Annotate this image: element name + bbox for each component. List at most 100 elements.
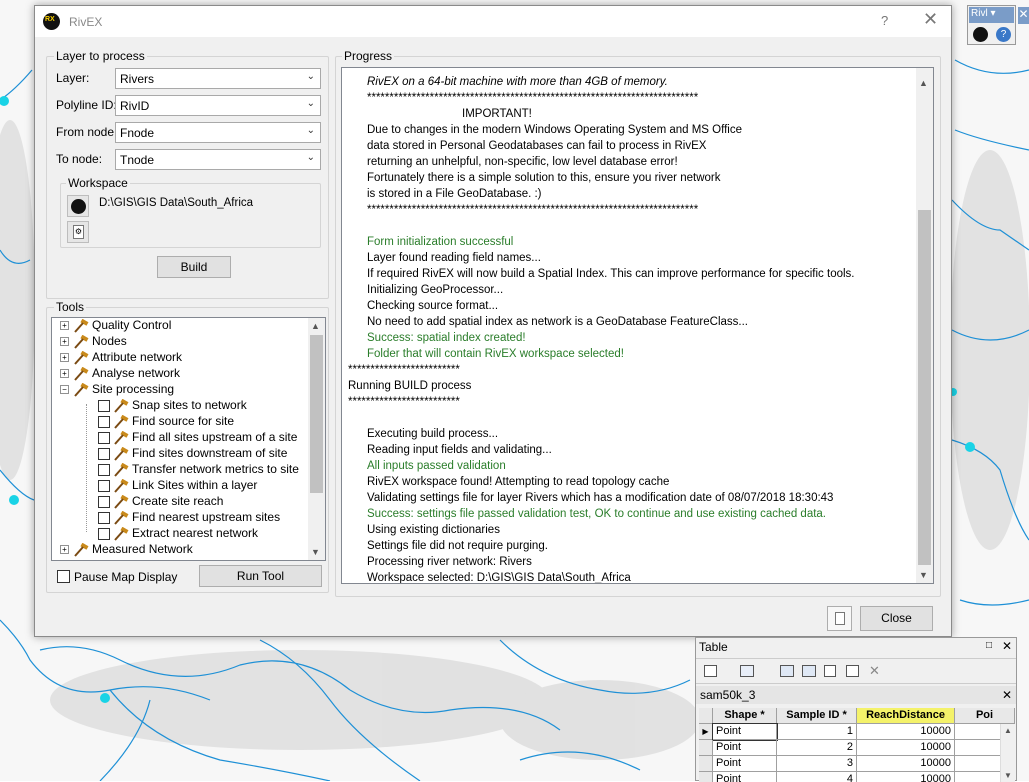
column-header[interactable]: ReachDistance	[857, 708, 955, 724]
table-cell[interactable]: 1	[777, 724, 857, 740]
workspace-folder-button[interactable]	[67, 195, 89, 217]
toolbar-title[interactable]: Rivl ▾	[969, 7, 1014, 23]
hammer-icon	[74, 334, 89, 349]
tool-checkbox[interactable]	[98, 431, 110, 444]
table-cell[interactable]: Point	[713, 740, 777, 756]
tree-item[interactable]: Link Sites within a layer	[98, 478, 257, 494]
collapse-icon[interactable]: −	[60, 385, 69, 395]
help-icon[interactable]: ?	[996, 27, 1011, 42]
tree-item[interactable]: + Nodes	[60, 334, 127, 350]
tree-item-label: Find nearest upstream sites	[132, 510, 281, 524]
tree-item[interactable]: + Measured Network	[60, 542, 193, 558]
expand-icon[interactable]: +	[60, 545, 69, 555]
tool-checkbox[interactable]	[98, 495, 110, 508]
to-node-select[interactable]: Tnode ⌄	[115, 149, 321, 170]
progress-scrollbar[interactable]: ▲ ▼	[916, 68, 933, 583]
tab-close-icon[interactable]: ✕	[1002, 688, 1012, 702]
polyline-id-select[interactable]: RivID ⌄	[115, 95, 321, 116]
tool-checkbox[interactable]	[98, 447, 110, 460]
tree-item[interactable]: Extract nearest network	[98, 526, 258, 542]
row-selector[interactable]	[699, 740, 713, 756]
scroll-thumb[interactable]	[310, 335, 323, 493]
scroll-down-icon[interactable]: ▼	[919, 570, 928, 580]
tree-item[interactable]: Create site reach	[98, 494, 223, 510]
copy-log-button[interactable]	[827, 606, 852, 631]
attribute-grid[interactable]: Shape * Sample ID * ReachDistance Poi ▶ Point…	[699, 708, 1015, 782]
table-cell[interactable]: Point	[713, 756, 777, 772]
log-line: All inputs passed validation	[367, 460, 506, 472]
scroll-up-icon[interactable]: ▲	[1004, 726, 1012, 735]
column-header[interactable]: Sample ID *	[777, 708, 857, 724]
run-tool-button[interactable]: Run Tool	[199, 565, 322, 587]
tool-checkbox[interactable]	[98, 399, 110, 412]
scroll-up-icon[interactable]: ▲	[919, 78, 928, 88]
grid-scrollbar[interactable]: ▲ ▼	[1000, 724, 1015, 782]
tool-checkbox[interactable]	[98, 415, 110, 428]
switch-selection-icon[interactable]	[802, 665, 816, 677]
expand-icon[interactable]: +	[60, 369, 69, 379]
table-cell[interactable]: 10000	[857, 740, 955, 756]
tree-item[interactable]: Find all sites upstream of a site	[98, 430, 297, 446]
tree-item[interactable]: + Attribute network	[60, 350, 182, 366]
column-header[interactable]: Poi	[955, 708, 1015, 724]
tool-checkbox[interactable]	[98, 511, 110, 524]
tool-checkbox[interactable]	[98, 527, 110, 540]
scroll-thumb[interactable]	[918, 210, 931, 565]
table-cell[interactable]: 2	[777, 740, 857, 756]
tree-item[interactable]: Find source for site	[98, 414, 234, 430]
workspace-group	[60, 183, 321, 248]
workspace-settings-button[interactable]: ⚙	[67, 221, 89, 243]
build-button[interactable]: Build	[157, 256, 231, 278]
table-window: Table □ ✕ ✕ sam50k_3 ✕ Shape * Sample ID …	[695, 637, 1017, 782]
scroll-down-icon[interactable]: ▼	[311, 547, 320, 557]
tree-item[interactable]: Find nearest upstream sites	[98, 510, 280, 526]
rivex-dialog: RX RivEX ? ✕ Layer to process Layer: Riv…	[34, 5, 952, 637]
tree-item[interactable]: Find sites downstream of site	[98, 446, 287, 462]
tree-item[interactable]: Snap sites to network	[98, 398, 247, 414]
layer-label: Layer:	[56, 71, 90, 85]
table-cell[interactable]: 10000	[857, 756, 955, 772]
from-node-select[interactable]: Fnode ⌄	[115, 122, 321, 143]
tool-checkbox[interactable]	[98, 479, 110, 492]
row-selector[interactable]	[699, 756, 713, 772]
column-header[interactable]: Shape *	[713, 708, 777, 724]
tree-item[interactable]: − Site processing	[60, 382, 174, 398]
copy-icon	[835, 612, 845, 625]
tools-scrollbar[interactable]: ▲ ▼	[308, 318, 325, 560]
related-tables-icon[interactable]	[740, 665, 754, 677]
select-by-attributes-icon[interactable]	[780, 665, 794, 677]
close-window-button[interactable]: ✕	[923, 9, 938, 30]
table-close-icon[interactable]: ✕	[1002, 639, 1012, 653]
restore-icon[interactable]: □	[986, 640, 992, 651]
close-button[interactable]: Close	[860, 606, 933, 631]
tree-item[interactable]: + Quality Control	[60, 318, 171, 334]
pause-map-display-checkbox[interactable]	[57, 570, 70, 583]
table-options-icon[interactable]	[704, 665, 717, 677]
chevron-down-icon: ⌄	[306, 125, 315, 136]
tool-checkbox[interactable]	[98, 463, 110, 476]
clear-selection-icon[interactable]	[824, 665, 836, 677]
window-title: RivEX	[69, 15, 103, 29]
help-button[interactable]: ?	[881, 13, 888, 28]
row-selector[interactable]: ▶	[699, 724, 713, 740]
layer-select[interactable]: Rivers ⌄	[115, 68, 321, 89]
scroll-down-icon[interactable]: ▼	[1004, 771, 1012, 780]
delete-selected-icon[interactable]: ✕	[869, 663, 880, 679]
workspace-path: D:\GIS\GIS Data\South_Africa	[99, 197, 254, 209]
table-tab[interactable]: sam50k_3 ✕	[696, 686, 1016, 704]
zoom-to-selected-icon[interactable]	[846, 665, 859, 677]
table-cell[interactable]: 10000	[857, 724, 955, 740]
table-cell[interactable]: Point	[712, 723, 778, 741]
toolbar-close-button[interactable]: ✕	[1018, 7, 1029, 24]
tree-item[interactable]: Transfer network metrics to site	[98, 462, 299, 478]
tree-item[interactable]: + Analyse network	[60, 366, 180, 382]
progress-log[interactable]: ▲ ▼ RivEX on a 64-bit machine with more …	[341, 67, 934, 584]
expand-icon[interactable]: +	[60, 321, 69, 331]
expand-icon[interactable]: +	[60, 353, 69, 363]
scroll-up-icon[interactable]: ▲	[311, 321, 320, 331]
tools-tree[interactable]: ▲ ▼ + Quality Control + Nodes + Attribute net…	[51, 317, 326, 561]
rivex-launch-icon[interactable]	[973, 27, 988, 42]
expand-icon[interactable]: +	[60, 337, 69, 347]
table-cell[interactable]: 3	[777, 756, 857, 772]
log-line: returning an unhelpful, non-specific, lo…	[367, 156, 678, 168]
